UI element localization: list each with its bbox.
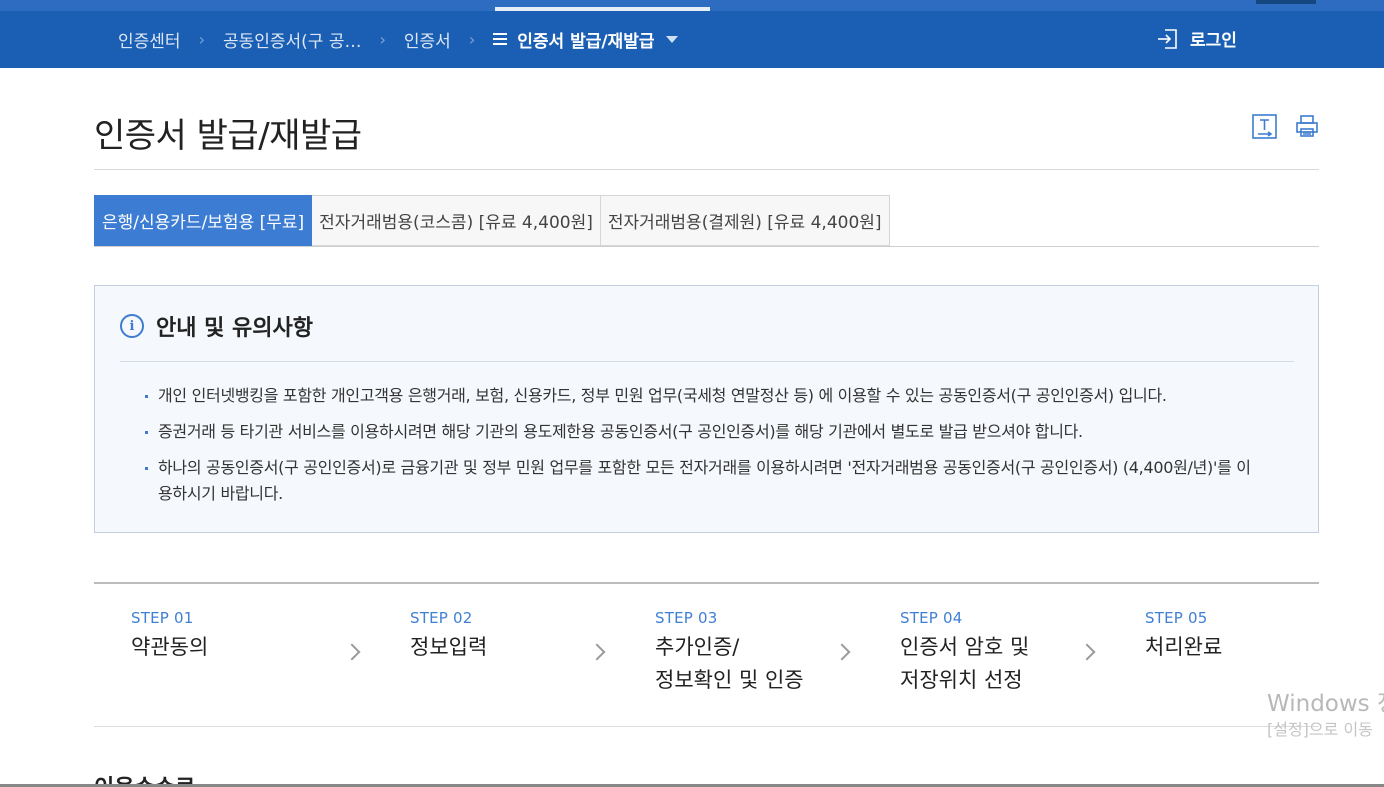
- step-number: STEP 02: [410, 609, 473, 627]
- step-number: STEP 05: [1145, 609, 1208, 627]
- text-size-icon[interactable]: [1252, 114, 1277, 139]
- chevron-right-icon: [833, 643, 851, 661]
- step-label: 정보입력: [410, 635, 488, 659]
- step-number: STEP 01: [131, 609, 194, 627]
- breadcrumb: 인증센터 › 공동인증서(구 공… › 인증서 › 인증서 발급/재발급: [118, 26, 679, 52]
- certificate-type-tabs: 은행/신용카드/보험용 [무료] 전자거래범용(코스콤) [유료 4,400원]…: [94, 195, 890, 246]
- tab-ecommerce-kftc[interactable]: 전자거래범용(결제원) [유료 4,400원]: [600, 195, 890, 246]
- chevron-right-icon: ›: [198, 29, 205, 49]
- step-number: STEP 03: [655, 609, 718, 627]
- step-label: 인증서 암호 및 저장위치 선정: [900, 635, 1030, 692]
- login-button[interactable]: 로그인: [1156, 26, 1237, 51]
- info-icon: i: [120, 314, 144, 338]
- step-1: STEP 01 약관동의: [131, 609, 208, 664]
- chevron-right-icon: [1078, 643, 1096, 661]
- chevron-right-icon: ›: [468, 29, 476, 49]
- login-label: 로그인: [1190, 31, 1237, 51]
- step-5: STEP 05 처리완료: [1145, 609, 1222, 664]
- chevron-right-icon: [343, 643, 361, 661]
- steps-bottom-border: [94, 726, 1319, 727]
- notice-divider: [120, 361, 1294, 362]
- steps-top-border: [94, 582, 1319, 584]
- page-title: 인증서 발급/재발급: [94, 116, 362, 156]
- step-2: STEP 02 정보입력: [410, 609, 487, 664]
- notice-item: 증권거래 등 타기관 서비스를 이용하시려면 해당 기관의 용도제한용 공동인증…: [145, 419, 1265, 445]
- notice-list: 개인 인터넷뱅킹을 포함한 개인고객용 은행거래, 보험, 신용카드, 정부 민…: [145, 383, 1265, 517]
- tab-bank-card-insurance[interactable]: 은행/신용카드/보험용 [무료]: [94, 195, 313, 246]
- breadcrumb-current-label: 인증서 발급/재발급: [517, 31, 655, 52]
- tabs-divider: [94, 246, 1319, 247]
- step-3: STEP 03 추가인증/ 정보확인 및 인증: [655, 609, 804, 697]
- chevron-right-icon: ›: [379, 29, 386, 49]
- corner-tab: [1256, 0, 1316, 4]
- top-navigation-bar: 인증센터 › 공동인증서(구 공… › 인증서 › 인증서 발급/재발급 로그인: [0, 0, 1384, 68]
- notice-box: i 안내 및 유의사항 개인 인터넷뱅킹을 포함한 개인고객용 은행거래, 보험…: [94, 285, 1319, 533]
- breadcrumb-item-joint-cert[interactable]: 공동인증서(구 공…: [223, 27, 362, 52]
- step-label: 추가인증/ 정보확인 및 인증: [655, 635, 804, 692]
- step-label: 처리완료: [1145, 635, 1223, 659]
- login-icon: [1158, 28, 1177, 49]
- windows-activation-watermark: Windows 정: [1267, 691, 1384, 717]
- print-icon[interactable]: [1295, 114, 1319, 138]
- notice-item: 하나의 공동인증서(구 공인인증서)로 금융기관 및 정부 민원 업무를 포함한…: [145, 455, 1265, 507]
- caret-down-icon: [666, 35, 679, 43]
- notice-heading: 안내 및 유의사항: [156, 316, 313, 341]
- page-tools: [1252, 114, 1319, 139]
- step-label: 약관동의: [131, 635, 209, 659]
- step-4: STEP 04 인증서 암호 및 저장위치 선정: [900, 609, 1029, 697]
- step-number: STEP 04: [900, 609, 963, 627]
- windows-activation-subtext: [설정]으로 이동: [1267, 720, 1373, 739]
- active-indicator: [495, 7, 710, 11]
- breadcrumb-current-menu[interactable]: 인증서 발급/재발급: [493, 27, 679, 52]
- breadcrumb-item-cert[interactable]: 인증서: [404, 27, 451, 52]
- breadcrumb-item-cert-center[interactable]: 인증센터: [118, 27, 181, 52]
- notice-header: i 안내 및 유의사항: [120, 310, 313, 342]
- chevron-right-icon: [588, 643, 606, 661]
- tab-ecommerce-koscom[interactable]: 전자거래범용(코스콤) [유료 4,400원]: [312, 195, 601, 246]
- title-divider: [94, 169, 1319, 170]
- hamburger-menu-icon: [493, 33, 508, 45]
- notice-item: 개인 인터넷뱅킹을 포함한 개인고객용 은행거래, 보험, 신용카드, 정부 민…: [145, 383, 1265, 409]
